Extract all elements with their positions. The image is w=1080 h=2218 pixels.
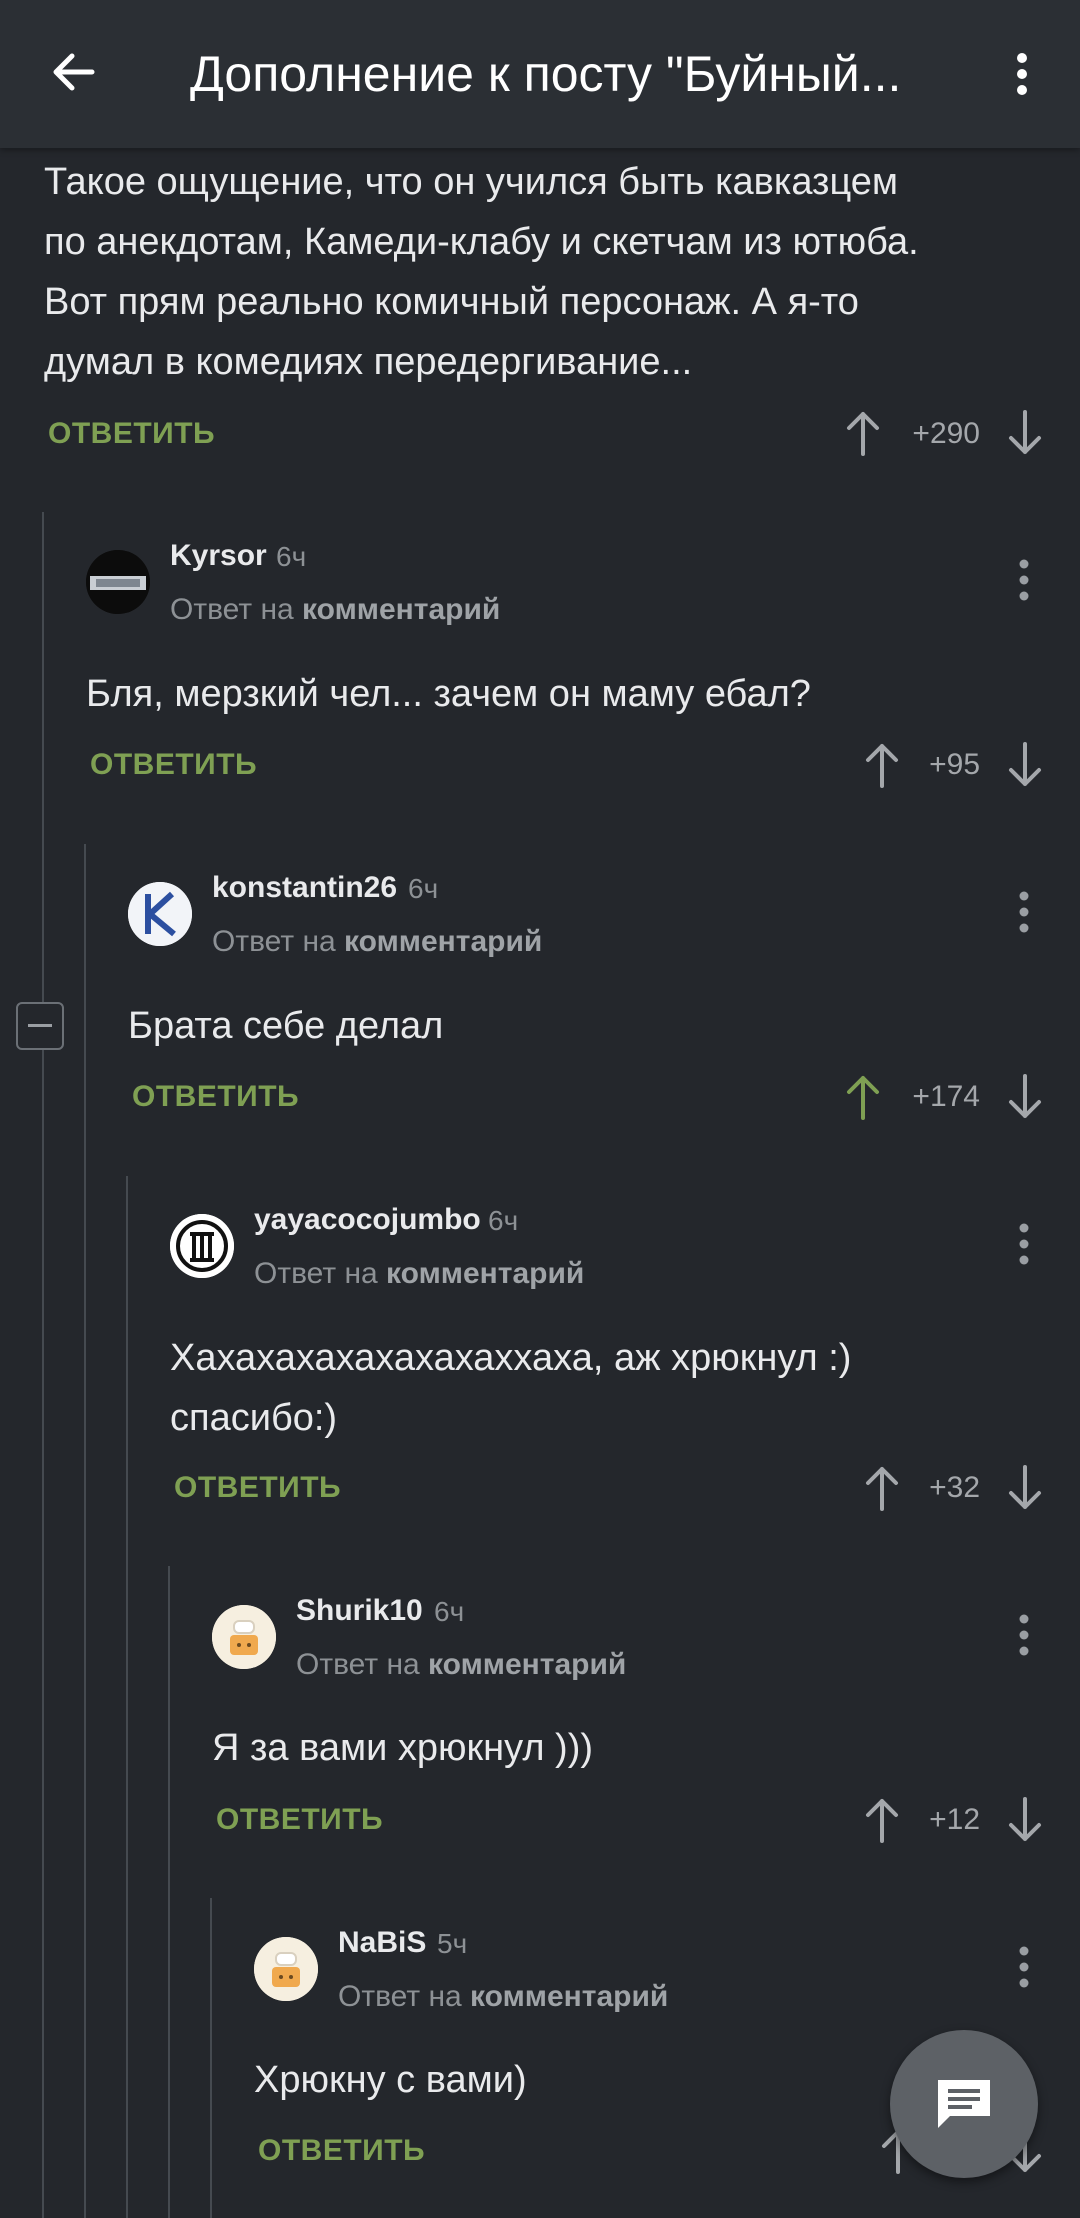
reply-button[interactable]: ОТВЕТИТЬ (132, 1077, 299, 1117)
reply-to: Ответ на комментарий (212, 925, 543, 958)
avatar[interactable] (254, 1937, 318, 2001)
comment-menu-icon[interactable] (1004, 1937, 1044, 1997)
downvote-arrow-icon[interactable] (1005, 408, 1045, 458)
reply-button[interactable]: ОТВЕТИТЬ (258, 2131, 425, 2171)
downvote-arrow-icon[interactable] (1005, 740, 1045, 790)
comment-menu-icon[interactable] (1004, 1605, 1044, 1665)
downvote-arrow-icon[interactable] (1005, 1795, 1045, 1845)
thread-line (42, 512, 44, 2218)
avatar[interactable] (170, 1214, 234, 1278)
reply-button[interactable]: ОТВЕТИТЬ (90, 745, 257, 785)
username[interactable]: Shurik10 (296, 1591, 423, 1631)
thread-line (126, 1176, 128, 2218)
thread-line (210, 1898, 212, 2218)
username[interactable]: konstantin26 (212, 868, 397, 908)
comment-text: Я за вами хрюкнул ))) (212, 1727, 594, 1769)
reply-button[interactable]: ОТВЕТИТЬ (48, 414, 215, 454)
app-bar: Дополнение к посту "Буйный... (0, 0, 1080, 148)
downvote-arrow-icon[interactable] (1005, 1463, 1045, 1513)
username[interactable]: yayacocojumbo (254, 1200, 481, 1240)
reply-to-link[interactable]: комментарий (386, 1257, 584, 1290)
comment-text: Бля, мерзкий чел... зачем он маму ебал? (86, 673, 811, 715)
upvote-arrow-icon[interactable] (843, 408, 883, 458)
back-arrow-icon[interactable] (44, 42, 104, 102)
comment-menu-icon[interactable] (1004, 882, 1044, 942)
reply-to: Ответ на комментарий (338, 1980, 669, 2013)
username[interactable]: Kyrsor (170, 536, 267, 576)
score: +32 (929, 1471, 980, 1504)
comment-text: Хрюкну с вами) (254, 2059, 527, 2101)
avatar[interactable] (212, 1605, 276, 1669)
score: +12 (929, 1803, 980, 1836)
comment-menu-icon[interactable] (1004, 550, 1044, 610)
collapse-thread-button[interactable] (16, 1002, 64, 1050)
avatar[interactable] (86, 550, 150, 614)
reply-to: Ответ на комментарий (254, 1257, 585, 1290)
reply-to: Ответ на комментарий (170, 593, 501, 626)
comment-time: 5ч (437, 1928, 468, 1959)
more-vertical-icon[interactable] (1000, 44, 1044, 104)
username[interactable]: NaBiS (338, 1923, 426, 1963)
write-comment-button[interactable] (890, 2030, 1038, 2178)
comment-icon (938, 2080, 990, 2128)
comment-time: 6ч (434, 1596, 465, 1627)
comment-time: 6ч (488, 1205, 519, 1236)
downvote-arrow-icon[interactable] (1005, 1072, 1045, 1122)
upvote-arrow-icon[interactable] (843, 1072, 883, 1122)
reply-to-link[interactable]: комментарий (344, 925, 542, 958)
comment-menu-icon[interactable] (1004, 1214, 1044, 1274)
score: +95 (929, 748, 980, 781)
reply-to: Ответ на комментарий (296, 1648, 627, 1681)
page-title: Дополнение к посту "Буйный... (190, 46, 902, 102)
reply-button[interactable]: ОТВЕТИТЬ (216, 1800, 383, 1840)
comment-text: Такое ощущение, что он учился быть кавка… (44, 161, 919, 383)
comment-text: Брата себе делал (128, 1005, 444, 1047)
avatar[interactable] (128, 882, 192, 946)
thread-line (84, 844, 86, 2218)
reply-button[interactable]: ОТВЕТИТЬ (174, 1468, 341, 1508)
comment-time: 6ч (408, 873, 439, 904)
score: +290 (912, 417, 980, 450)
comment-text: Хахахахахахахахаххаха, аж хрюкнул :) спа… (170, 1337, 852, 1439)
comment-time: 6ч (276, 541, 307, 572)
score: +174 (912, 1080, 980, 1113)
reply-to-link[interactable]: комментарий (428, 1648, 626, 1681)
reply-to-link[interactable]: комментарий (302, 593, 500, 626)
reply-to-link[interactable]: комментарий (470, 1980, 668, 2013)
thread-line (168, 1566, 170, 2218)
